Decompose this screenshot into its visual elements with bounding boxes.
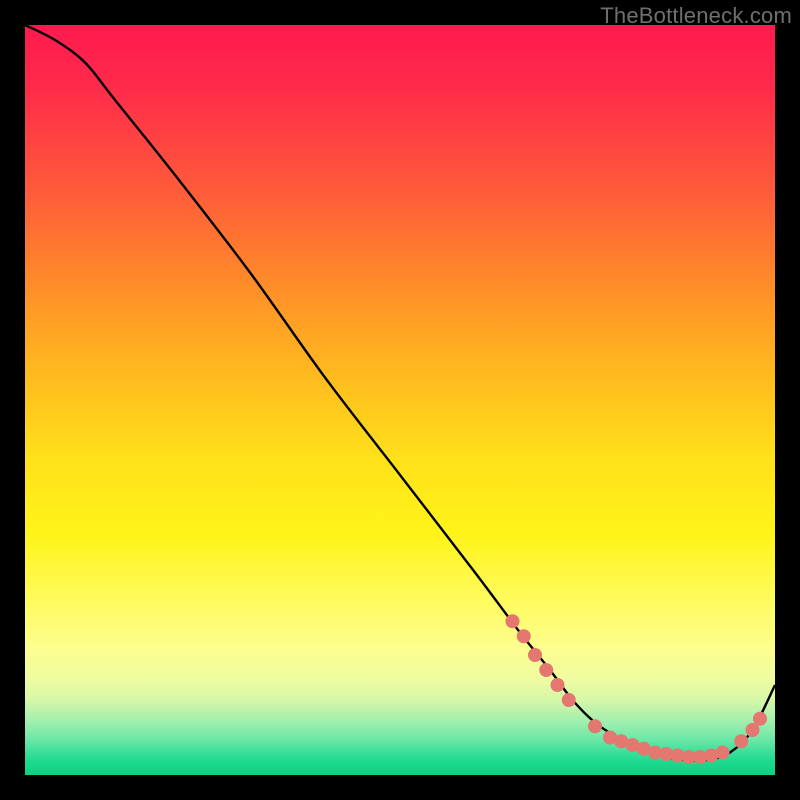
marker-bottom-8 (671, 749, 685, 763)
marker-bottom-4 (626, 738, 640, 752)
marker-right-cluster-2 (746, 723, 760, 737)
marker-bottom-11 (704, 749, 718, 763)
marker-left-cluster-2 (517, 629, 531, 643)
marker-bottom-12 (716, 746, 730, 760)
marker-layer (506, 614, 768, 764)
marker-bottom-7 (659, 747, 673, 761)
marker-right-cluster-1 (734, 734, 748, 748)
chart-stage: TheBottleneck.com (0, 0, 800, 800)
marker-left-cluster-6 (562, 693, 576, 707)
marker-bottom-6 (648, 746, 662, 760)
marker-bottom-10 (693, 750, 707, 764)
marker-left-cluster-3 (528, 648, 542, 662)
marker-bottom-5 (637, 742, 651, 756)
marker-left-cluster-4 (539, 663, 553, 677)
plot-area (25, 25, 775, 775)
marker-bottom-9 (682, 750, 696, 764)
marker-bottom-1 (588, 719, 602, 733)
marker-left-cluster-5 (551, 678, 565, 692)
marker-right-cluster-3 (753, 712, 767, 726)
marker-bottom-2 (603, 731, 617, 745)
curve-layer (25, 25, 775, 775)
bottleneck-curve (25, 25, 775, 761)
marker-bottom-3 (614, 734, 628, 748)
marker-left-cluster-1 (506, 614, 520, 628)
